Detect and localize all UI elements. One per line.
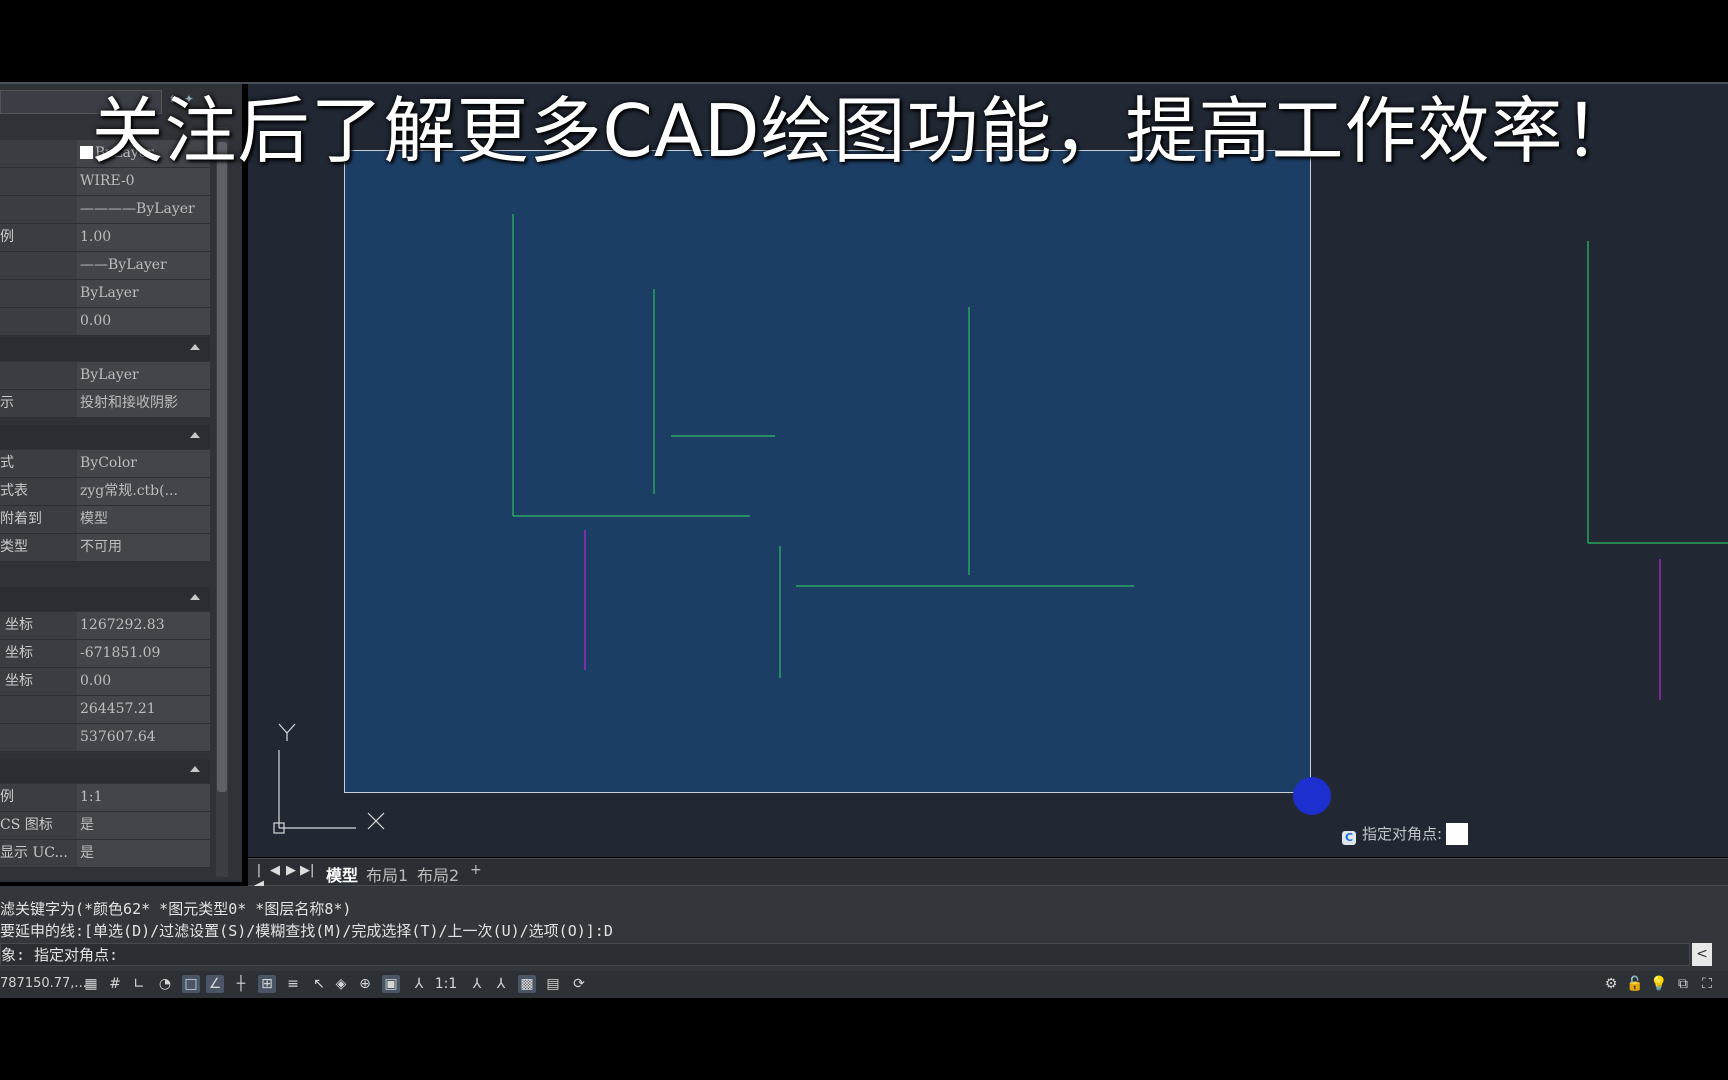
- lineweight-icon[interactable]: ≡: [284, 975, 302, 993]
- last-tab-button[interactable]: ▶|: [300, 863, 314, 878]
- command-prompt-text: 象: 指定对角点:: [1, 946, 119, 964]
- zoom-icon[interactable]: ⊕: [356, 975, 374, 993]
- selection-cycle-icon[interactable]: ↖: [310, 975, 328, 993]
- command-history-button[interactable]: <: [1692, 943, 1712, 966]
- annotation-scale[interactable]: 1:1: [430, 975, 462, 993]
- lock-icon[interactable]: 🔓: [1626, 975, 1644, 993]
- fullscreen-icon[interactable]: ⛶: [1698, 975, 1716, 993]
- dynamic-input-prompt: C 指定对角点:: [1342, 823, 1469, 845]
- selection-grip[interactable]: [1293, 777, 1331, 815]
- command-input[interactable]: 象: 指定对角点:: [0, 943, 1690, 966]
- tab-layout1[interactable]: 布局1: [366, 862, 408, 886]
- dynucs-icon[interactable]: ┼: [232, 975, 250, 993]
- gear-icon[interactable]: ⚙: [1602, 975, 1620, 993]
- ortho-icon[interactable]: ∟: [130, 975, 148, 993]
- dyn-input-icon[interactable]: ⊞: [258, 975, 276, 993]
- otrack-icon[interactable]: ∠: [206, 975, 224, 993]
- layers-icon[interactable]: ◈: [332, 975, 350, 993]
- command-history-line: 要延申的线:[单选(D)/过滤设置(S)/模糊查找(M)/完成选择(T)/上一次…: [0, 922, 613, 940]
- prompt-text: 指定对角点:: [1362, 825, 1443, 843]
- tab-model[interactable]: 模型: [326, 862, 358, 886]
- bulb-icon[interactable]: 💡: [1650, 975, 1668, 993]
- video-caption: 关注后了解更多CAD绘图功能，提高工作效率！: [91, 89, 1637, 173]
- transparency-icon[interactable]: ▩: [518, 975, 536, 993]
- annotation-visibility-icon[interactable]: ⅄: [468, 975, 486, 993]
- prev-tab-button[interactable]: ◀: [268, 863, 282, 878]
- tab-layout2[interactable]: 布局2: [417, 862, 459, 886]
- model-space-icon[interactable]: ▣: [382, 975, 400, 993]
- prompt-input-box[interactable]: [1446, 823, 1469, 845]
- layout-tab-bar: |◀ ◀ ▶ ▶| 模型 布局1 布局2 +: [248, 858, 1728, 893]
- command-window: 滤关键字为(*颜色62* *图元类型0* *图层名称8*) 要延申的线:[单选(…: [0, 886, 1728, 971]
- isolate-icon[interactable]: ⧉: [1674, 975, 1692, 993]
- osnap-icon[interactable]: □: [182, 975, 200, 993]
- properties-icon[interactable]: ▤: [544, 975, 562, 993]
- snap-icon[interactable]: #: [106, 975, 124, 993]
- polar-icon[interactable]: ◔: [156, 975, 174, 993]
- ucs-icon: [273, 723, 385, 834]
- add-tab-button[interactable]: +: [470, 862, 482, 878]
- cursor-coordinates: 787150.77,...: [0, 976, 87, 991]
- app-icon: C: [1342, 831, 1356, 845]
- status-bar: 787150.77,... ▦ # ∟ ◔ □ ∠ ┼ ⊞ ≡ ↖ ◈ ⊕ ▣ …: [0, 971, 1728, 998]
- annotation-icon[interactable]: ⅄: [410, 975, 428, 993]
- command-history-line: 滤关键字为(*颜色62* *图元类型0* *图层名称8*): [0, 900, 352, 918]
- next-tab-button[interactable]: ▶: [284, 863, 298, 878]
- auto-scale-icon[interactable]: ⅄: [492, 975, 510, 993]
- grid-icon[interactable]: ▦: [82, 975, 100, 993]
- refresh-icon[interactable]: ⟳: [570, 975, 588, 993]
